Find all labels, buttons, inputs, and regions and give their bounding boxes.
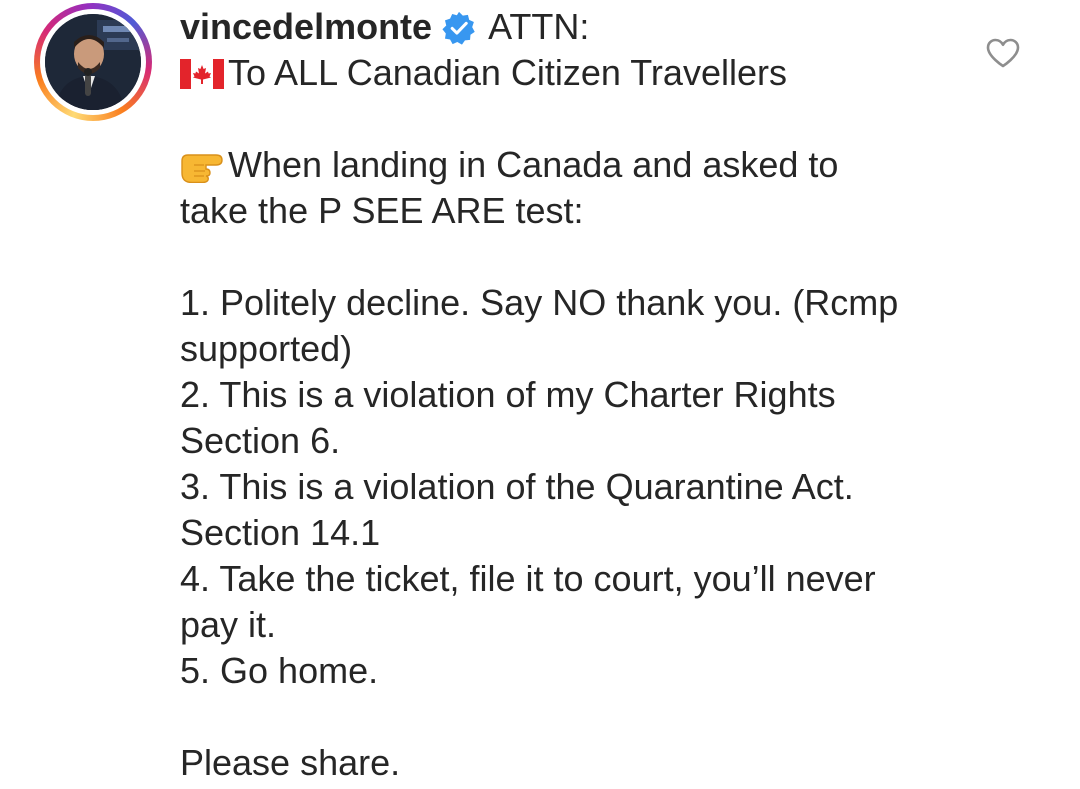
comment-line: Please share. [180,740,1000,786]
comment-line: Section 6. [180,418,1000,464]
verified-check-icon [442,10,476,45]
comment-line: 2. This is a violation of my Charter Rig… [180,372,1000,418]
comment-line: supported) [180,326,1000,372]
comment-line-text: When landing in Canada and asked to [228,144,839,185]
comment-line: take the P SEE ARE test: [180,188,1000,234]
comment-line-text: pay it. [180,604,277,645]
comment-line [180,234,1000,280]
comment-line: 4. Take the ticket, file it to court, yo… [180,556,1000,602]
comment-line: 1. Politely decline. Say NO thank you. (… [180,280,1000,326]
comment-line-text: Please share. [180,742,401,783]
comment-line-text: Section 14.1 [180,512,381,553]
heart-outline-icon [986,38,1020,68]
comment-line-text: take the P SEE ARE test: [180,190,584,231]
comment-header: vincedelmonte ATTN: [180,4,1000,50]
comment-line-text: supported) [180,328,353,369]
comment-line-text: 5. Go home. [180,650,379,691]
comment-line-text: 1. Politely decline. Say NO thank you. (… [180,282,899,323]
avatar[interactable] [45,14,141,110]
comment-line: 3. This is a violation of the Quarantine… [180,464,1000,510]
canada-flag-icon [180,54,224,89]
comment-line [180,96,1000,142]
comment-line-text: 3. This is a violation of the Quarantine… [180,466,854,507]
comment-line: 5. Go home. [180,648,1000,694]
avatar-border [40,9,146,115]
comment-line: Section 14.1 [180,510,1000,556]
comment-body: vincedelmonte ATTN: To ALL Canadian Citi… [180,4,1000,786]
comment-line: pay it. [180,602,1000,648]
comment-line-text: 4. Take the ticket, file it to court, yo… [180,558,876,599]
header-text: ATTN: [488,6,590,47]
comment-line-text: 2. This is a violation of my Charter Rig… [180,374,836,415]
comment-line-text: Section 6. [180,420,341,461]
like-button[interactable] [986,38,1020,68]
comment-post: vincedelmonte ATTN: To ALL Canadian Citi… [0,0,1080,789]
avatar-story-ring[interactable] [34,3,152,121]
comment-line: To ALL Canadian Citizen Travellers [180,50,1000,96]
username-link[interactable]: vincedelmonte [180,4,432,50]
comment-line-text: To ALL Canadian Citizen Travellers [228,52,787,93]
comment-line [180,694,1000,740]
comment-line: When landing in Canada and asked to [180,142,1000,188]
avatar-photo-icon [45,14,141,110]
pointing-hand-icon [180,145,226,184]
